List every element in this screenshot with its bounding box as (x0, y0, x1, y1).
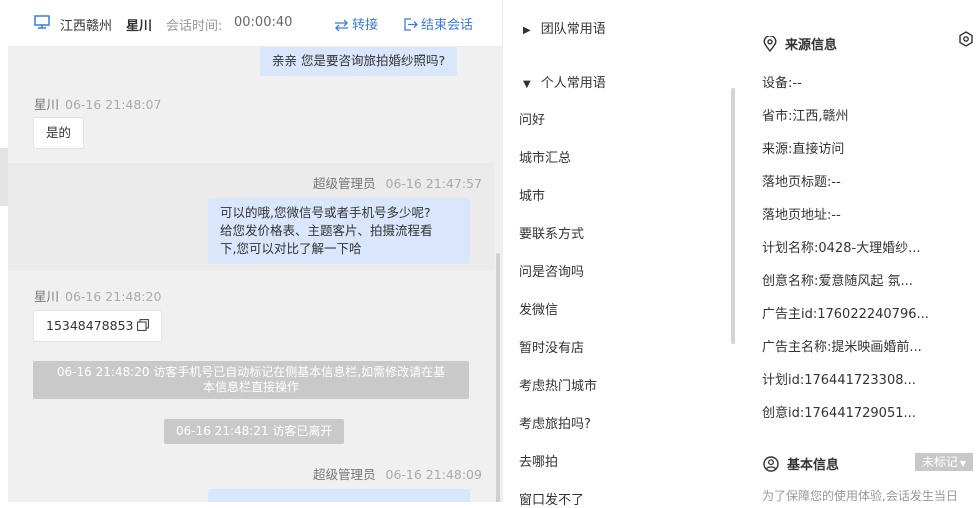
info-row-advertiser-id: 广告主id:176022240796... (762, 307, 929, 322)
caret-right-icon: ▶ (523, 25, 531, 36)
phone-number: 15348478853 (46, 318, 134, 333)
phrase-item[interactable]: 问是咨询吗 (519, 261, 584, 280)
phrase-item[interactable]: 暂时没有店 (519, 337, 584, 356)
tag-label: 未标记 (921, 455, 958, 469)
phrase-item[interactable]: 去哪拍 (519, 451, 558, 470)
message-line: 可以的哦,您微信号或者手机号多少呢? (220, 205, 431, 220)
system-notice: 06-16 21:48:20 访客手机号已自动标记在侧基本信息栏,如需修改请在基… (33, 361, 469, 399)
settings-icon[interactable] (958, 31, 974, 47)
location-pin-icon (763, 35, 777, 53)
phrase-item[interactable]: 要联系方式 (519, 223, 584, 242)
message-time: 06-16 21:47:57 (385, 176, 482, 191)
chat-header: 江西赣州 星川 会话时间: 00:00:40 转接 结束会话 (8, 0, 502, 47)
message-line: 下,您可以对比了解一下哈 (220, 241, 362, 256)
transfer-icon (335, 19, 348, 32)
info-row-creative-id: 创意id:176441729051... (762, 406, 916, 421)
session-time-label: 会话时间: (166, 19, 223, 34)
notice-line: 本信息栏直接操作 (202, 380, 299, 394)
caret-down-icon: ▼ (523, 79, 531, 90)
transfer-label: 转接 (352, 18, 379, 33)
end-session-button[interactable]: 结束会话 (404, 14, 473, 33)
message-time: 06-16 21:48:09 (385, 467, 482, 482)
sender-name: 超级管理员 (313, 176, 376, 191)
visitor-name: 星川 (126, 19, 153, 34)
info-row-province: 省市:江西,赣州 (762, 109, 849, 124)
agent-message-partial (208, 489, 470, 502)
side-strip (0, 148, 8, 206)
visitor-message: 15348478853 (33, 310, 163, 342)
info-row-advertiser-name: 广告主名称:提米映画婚前... (762, 340, 922, 355)
phrase-item[interactable]: 考虑旅拍吗? (519, 413, 591, 432)
monitor-icon (34, 15, 50, 29)
copy-icon[interactable] (137, 319, 150, 331)
phrase-item[interactable]: 发微信 (519, 299, 558, 318)
info-row-source: 来源:直接访问 (762, 142, 845, 157)
end-session-label: 结束会话 (421, 18, 474, 33)
message-line: 给您发价格表、主题客片、拍摄流程看 (220, 223, 433, 238)
section-label: 来源信息 (785, 38, 838, 53)
caret-down-icon: ▼ (959, 459, 967, 468)
team-phrases-group[interactable]: ▶ 团队常用语 (523, 18, 606, 37)
message-time: 06-16 21:48:07 (65, 97, 162, 112)
notice-line: 06-16 21:48:20 访客手机号已自动标记在侧基本信息栏,如需修改请在基 (56, 365, 446, 379)
user-circle-icon (763, 456, 779, 472)
group-label: 个人常用语 (540, 76, 606, 91)
info-row-plan-name: 计划名称:0428-大理婚纱... (762, 241, 921, 256)
info-row-creative-name: 创意名称:爱意随风起 氛... (762, 274, 913, 289)
personal-phrases-group[interactable]: ▼ 个人常用语 (523, 72, 606, 91)
visitor-location: 江西赣州 (60, 19, 113, 34)
session-time: 00:00:40 (234, 15, 293, 30)
section-label: 基本信息 (787, 458, 840, 473)
phrase-item[interactable]: 考虑热门城市 (519, 375, 597, 394)
info-row-landing-url: 落地页地址:-- (762, 208, 841, 223)
phrase-item[interactable]: 城市 (519, 185, 545, 204)
phrases-panel: ▶ 团队常用语 ▼ 个人常用语 问好 城市汇总 城市 要联系方式 问是咨询吗 发微信… (502, 0, 744, 508)
visitor-message: 是的 (33, 117, 85, 149)
phrase-item[interactable]: 城市汇总 (519, 147, 571, 166)
agent-message: 亲亲 您是要咨询旅拍婚纱照吗? (260, 47, 458, 76)
message-meta: 超级管理员 06-16 21:48:09 (313, 464, 482, 483)
source-info-title: 来源信息 (763, 34, 837, 53)
visitor-info-panel: 来源信息 设备:-- 省市:江西,赣州 来源:直接访问 落地页标题:-- 落地页… (743, 0, 980, 503)
basic-info-title: 基本信息 (763, 454, 839, 473)
usage-notice: 为了保障您的使用体验,会话发生当日 (762, 489, 958, 503)
message-meta: 超级管理员 06-16 21:47:57 (313, 173, 482, 192)
chat-area[interactable]: 亲亲 您是要咨询旅拍婚纱照吗? 星川 06-16 21:48:07 是的 超级管理… (8, 47, 502, 502)
sender-name: 星川 (34, 289, 60, 304)
sender-name: 星川 (34, 97, 60, 112)
phrases-scrollbar[interactable] (731, 88, 735, 344)
phrase-item[interactable]: 问好 (519, 109, 545, 128)
group-label: 团队常用语 (540, 22, 606, 37)
tag-dropdown[interactable]: 未标记 ▼ (915, 453, 973, 471)
info-row-device: 设备:-- (762, 76, 802, 91)
message-time: 06-16 21:48:20 (65, 289, 162, 304)
exit-icon (404, 18, 418, 31)
message-meta: 星川 06-16 21:48:07 (34, 94, 161, 113)
visitor-left-notice: 06-16 21:48:21 访客已离开 (164, 419, 345, 444)
message-meta: 星川 06-16 21:48:20 (34, 286, 161, 305)
agent-message: 可以的哦,您微信号或者手机号多少呢? 给您发价格表、主题客片、拍摄流程看 下,您… (208, 198, 470, 264)
info-row-plan-id: 计划id:176441723308... (762, 373, 916, 388)
info-row-landing-title: 落地页标题:-- (762, 175, 841, 190)
sender-name: 超级管理员 (313, 467, 376, 482)
phrase-item[interactable]: 窗口发不了 (519, 489, 584, 508)
chat-scrollbar[interactable] (496, 253, 500, 502)
transfer-button[interactable]: 转接 (334, 14, 378, 33)
